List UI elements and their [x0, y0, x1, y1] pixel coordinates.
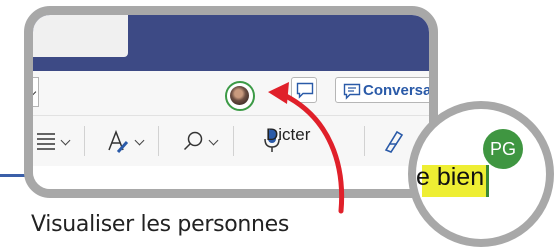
text-style-icon[interactable]: [107, 130, 129, 154]
coauthor-cursor: [486, 165, 489, 197]
document-area: [33, 166, 429, 189]
separator: [84, 126, 85, 156]
search-icon[interactable]: [183, 131, 203, 151]
avatar-photo: [230, 86, 249, 105]
separator: [233, 126, 234, 156]
separator: [364, 126, 365, 156]
app-window-zoom: Conversa: [24, 6, 438, 198]
document-text: e bien: [416, 163, 485, 191]
caption: Visualiser les personnes: [31, 212, 290, 237]
font-dropdown[interactable]: [33, 77, 39, 107]
title-bar: [33, 15, 429, 71]
coauthor-avatar[interactable]: [225, 81, 255, 111]
list-icon[interactable]: [37, 131, 55, 151]
conversation-button[interactable]: Conversa: [335, 77, 432, 103]
separator: [158, 126, 159, 156]
comment-icon: [296, 82, 314, 99]
conversation-label: Conversa: [363, 82, 432, 99]
presence-zoom-circle: e bien PG: [408, 101, 554, 247]
chevron-down-icon[interactable]: [208, 135, 219, 146]
conversation-icon: [343, 83, 361, 100]
chevron-down-icon[interactable]: [60, 135, 71, 146]
editor-icon[interactable]: [383, 128, 407, 154]
title-tab[interactable]: [33, 15, 128, 57]
ribbon-tools-row: [33, 116, 429, 166]
coauthor-initials-badge[interactable]: PG: [483, 129, 523, 169]
comment-button[interactable]: [291, 77, 317, 103]
chevron-down-icon[interactable]: [134, 135, 145, 146]
dictate-button-label[interactable]: Dicter: [266, 125, 310, 145]
